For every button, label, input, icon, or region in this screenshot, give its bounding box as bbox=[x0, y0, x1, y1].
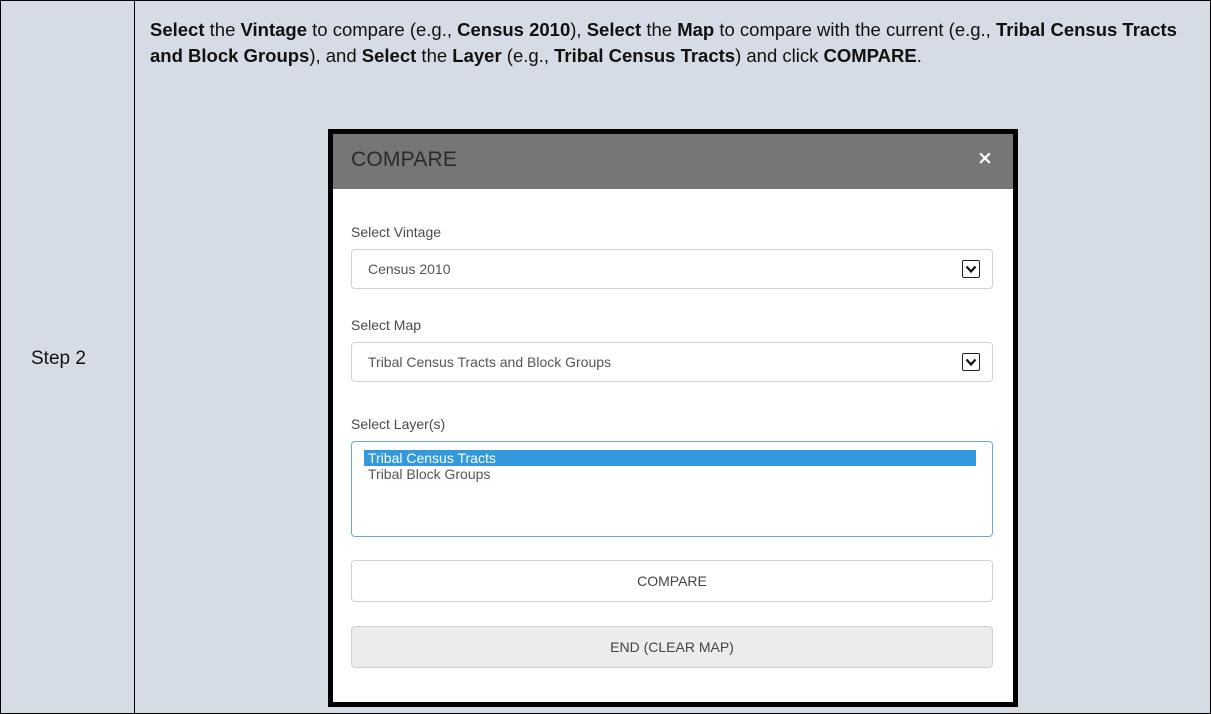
dialog-title: COMPARE bbox=[351, 148, 458, 171]
instruction-text: ), bbox=[570, 19, 587, 40]
chevron-down-icon bbox=[962, 260, 980, 278]
compare-button[interactable]: COMPARE bbox=[351, 560, 993, 602]
instruction-text: the bbox=[641, 19, 678, 40]
vintage-select-value: Census 2010 bbox=[368, 261, 451, 277]
layer-option-tribal-block-groups[interactable]: Tribal Block Groups bbox=[364, 466, 976, 482]
instruction-bold-text: Tribal Census Tracts bbox=[554, 45, 736, 66]
layer-option-tribal-census-tracts[interactable]: Tribal Census Tracts bbox=[364, 450, 976, 466]
instruction-bold-text: Map bbox=[677, 19, 715, 40]
layers-label: Select Layer(s) bbox=[351, 416, 446, 432]
end-clear-map-button[interactable]: END (CLEAR MAP) bbox=[351, 626, 993, 668]
layers-listbox[interactable]: Tribal Census Tracts Tribal Block Groups bbox=[351, 441, 993, 537]
map-label: Select Map bbox=[351, 317, 422, 333]
instruction-text: the bbox=[204, 19, 241, 40]
instruction-bold-text: Vintage bbox=[240, 19, 307, 40]
instruction-text: to compare (e.g., bbox=[307, 19, 458, 40]
instruction-bold-text: Select bbox=[150, 19, 205, 40]
compare-dialog: COMPARE × Select Vintage Census 2010 Sel… bbox=[328, 129, 1018, 707]
instruction-text: to compare with the current (e.g., bbox=[714, 19, 996, 40]
instruction-text: . bbox=[916, 45, 922, 66]
vintage-label: Select Vintage bbox=[351, 224, 442, 240]
dialog-header: COMPARE × bbox=[333, 134, 1013, 189]
map-select[interactable]: Tribal Census Tracts and Block Groups bbox=[351, 342, 993, 382]
close-icon[interactable]: × bbox=[975, 146, 995, 170]
map-select-value: Tribal Census Tracts and Block Groups bbox=[368, 354, 612, 370]
instruction-text: ), and bbox=[309, 45, 362, 66]
step-label: Step 2 bbox=[31, 348, 86, 369]
instructions-text: Select the Vintage to compare (e.g., Cen… bbox=[150, 17, 1190, 69]
instruction-bold-text: Layer bbox=[452, 45, 502, 66]
vintage-select[interactable]: Census 2010 bbox=[351, 249, 993, 289]
instruction-bold-text: Select bbox=[361, 45, 417, 66]
instruction-text: (e.g., bbox=[501, 45, 555, 66]
instruction-text: ) and click bbox=[735, 45, 824, 66]
chevron-down-icon bbox=[962, 353, 980, 371]
column-divider bbox=[134, 1, 135, 713]
instruction-bold-text: COMPARE bbox=[823, 45, 917, 66]
instruction-bold-text: Census 2010 bbox=[457, 19, 571, 40]
instruction-bold-text: Select bbox=[586, 19, 642, 40]
instruction-text: the bbox=[416, 45, 453, 66]
